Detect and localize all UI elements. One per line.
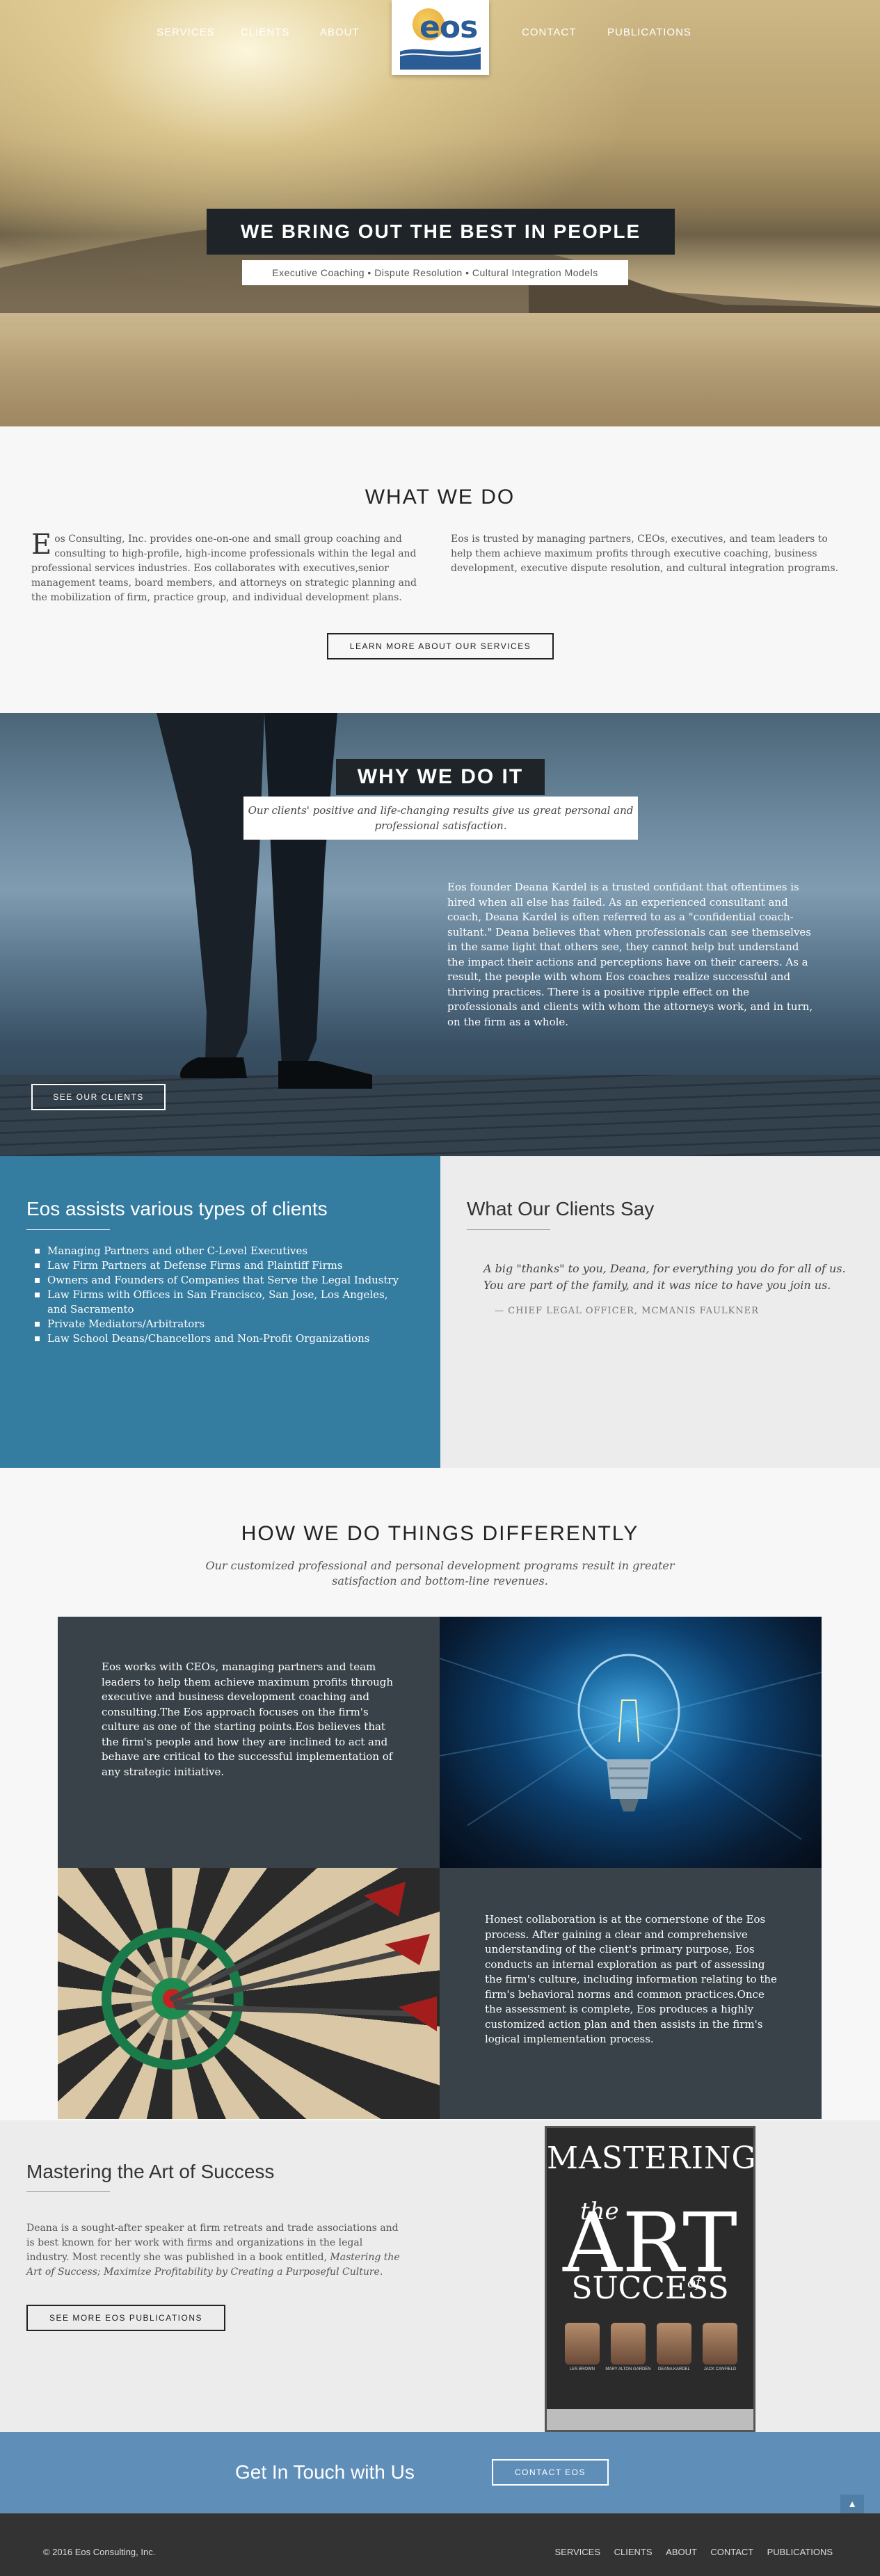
author-photo [611, 2323, 646, 2365]
footer-nav: SERVICES CLIENTS ABOUT CONTACT PUBLICATI… [543, 2547, 833, 2557]
footer-contact-link[interactable]: CONTACT [710, 2547, 753, 2557]
nav-clients-link[interactable]: CLIENTS [241, 26, 289, 38]
author-photo [657, 2323, 691, 2365]
hero-section: SERVICES CLIENTS ABOUT CONTACT PUBLICATI… [0, 0, 880, 426]
testimonial-title: What Our Clients Say [467, 1198, 655, 1219]
mastering-text: Deana is a sought-after speaker at firm … [26, 2221, 406, 2280]
see-more-publications-button[interactable]: SEE MORE EOS PUBLICATIONS [26, 2305, 225, 2331]
mastering-title: Mastering the Art of Success [26, 2161, 275, 2182]
book-cover-footer [547, 2409, 753, 2430]
list-item: Law Firm Partners at Defense Firms and P… [35, 1258, 410, 1273]
back-to-top-button[interactable]: ▲ [840, 2495, 864, 2513]
copyright-text: © 2016 Eos Consulting, Inc. [43, 2547, 156, 2557]
nav-contact-link[interactable]: CONTACT [522, 26, 576, 38]
divider [26, 2191, 110, 2192]
why-we-do-it-section: WHY WE DO IT Our clients' positive and l… [0, 713, 880, 1156]
lightbulb-icon [440, 1654, 822, 1840]
what-we-do-detail: Eos is trusted by managing partners, CEO… [451, 534, 839, 574]
list-item: Managing Partners and other C-Level Exec… [35, 1244, 410, 1258]
divider [26, 1229, 110, 1230]
arrow-up-icon: ▲ [847, 2498, 857, 2509]
contact-eos-button[interactable]: CONTACT EOS [492, 2459, 609, 2486]
eos-logo[interactable]: eos [392, 0, 489, 75]
hero-beach-image [0, 327, 880, 426]
footer-clients-link[interactable]: CLIENTS [614, 2547, 653, 2557]
process-text: Honest collaboration is at the cornersto… [485, 1913, 777, 2045]
footer-about-link[interactable]: ABOUT [666, 2547, 697, 2557]
footer: © 2016 Eos Consulting, Inc. SERVICES CLI… [0, 2513, 880, 2576]
list-item: Private Mediators/Arbitrators [35, 1317, 410, 1331]
hero-subline: Executive Coaching • Dispute Resolution … [242, 260, 628, 285]
book-cover-line: the [580, 2198, 619, 2225]
logo-wordmark: eos [419, 10, 478, 45]
nav-about-link[interactable]: ABOUT [320, 26, 360, 38]
testimonial-panel: What Our Clients Say A big "thanks" to y… [440, 1156, 880, 1468]
process-tile: Honest collaboration is at the cornersto… [440, 1868, 822, 2119]
book-cover-line: of [687, 2274, 701, 2291]
author-photo [703, 2323, 737, 2365]
testimonial-quote: A big "thanks" to you, Deana, for everyt… [483, 1262, 846, 1292]
why-we-do-it-title: WHY WE DO IT [336, 759, 545, 795]
mastering-section: Mastering the Art of Success Deana is a … [0, 2120, 880, 2432]
how-we-do-subtitle: Our customized professional and personal… [205, 1559, 675, 1587]
author-name: JACK CANFIELD [703, 2367, 737, 2371]
book-cover-image[interactable]: MASTERING ART the SUCCESS of LES BROWN M… [545, 2126, 755, 2432]
footer-publications-link[interactable]: PUBLICATIONS [767, 2547, 833, 2557]
list-item: Law School Deans/Chancellors and Non-Pro… [35, 1331, 410, 1346]
why-we-do-it-body: Eos founder Deana Kardel is a trusted co… [447, 881, 813, 1028]
see-our-clients-button[interactable]: SEE OUR CLIENTS [31, 1084, 166, 1110]
author-name: LES BROWN [569, 2367, 595, 2371]
approach-tile: Eos works with CEOs, managing partners a… [58, 1617, 440, 1868]
how-we-do-title: HOW WE DO THINGS DIFFERENTLY [241, 1522, 639, 1545]
author-name: DEANA KARDEL [657, 2367, 691, 2371]
hero-headline: WE BRING OUT THE BEST IN PEOPLE [207, 209, 675, 255]
how-we-do-section: HOW WE DO THINGS DIFFERENTLY Our customi… [0, 1468, 880, 2120]
what-we-do-intro-text: os Consulting, Inc. provides one-on-one … [31, 534, 417, 603]
approach-text: Eos works with CEOs, managing partners a… [102, 1661, 394, 1778]
client-types-title: Eos assists various types of clients [26, 1198, 328, 1219]
footer-services-link[interactable]: SERVICES [554, 2547, 600, 2557]
author-photo [565, 2323, 600, 2365]
what-we-do-section: WHAT WE DO Eos Consulting, Inc. provides… [0, 426, 880, 713]
what-we-do-intro: Eos Consulting, Inc. provides one-on-one… [31, 529, 431, 605]
nav-services-link[interactable]: SERVICES [157, 26, 215, 38]
dartboard-icon [102, 1882, 437, 2070]
divider [467, 1229, 550, 1230]
list-item: Law Firms with Offices in San Francisco,… [35, 1288, 410, 1317]
client-types-panel: Eos assists various types of clients Man… [0, 1156, 440, 1468]
book-cover-line: SUCCESS [571, 2271, 729, 2306]
what-we-do-title: WHAT WE DO [365, 486, 515, 509]
book-cover-line: MASTERING [547, 2141, 755, 2176]
book-authors: LES BROWN MARY ALTON GARDEN DEANA KARDEL… [559, 2323, 742, 2392]
dartboard-image [58, 1868, 440, 2119]
client-types-list: Managing Partners and other C-Level Exec… [35, 1244, 410, 1346]
testimonial-attribution: — CHIEF LEGAL OFFICER, MCMANIS FAULKNER [495, 1306, 759, 1316]
logo-wave-icon [400, 47, 481, 70]
why-we-do-it-subtitle: Our clients' positive and life-changing … [243, 797, 638, 840]
contact-title: Get In Touch with Us [235, 2461, 415, 2483]
list-item: Owners and Founders of Companies that Se… [35, 1273, 410, 1288]
nav-publications-link[interactable]: PUBLICATIONS [607, 26, 691, 38]
lightbulb-image [440, 1617, 822, 1868]
learn-more-services-button[interactable]: LEARN MORE ABOUT OUR SERVICES [327, 633, 554, 659]
author-name: MARY ALTON GARDEN [605, 2367, 651, 2371]
drop-cap: E [31, 529, 52, 561]
contact-band: Get In Touch with Us CONTACT EOS ▲ [0, 2432, 880, 2513]
clients-section: Eos assists various types of clients Man… [0, 1156, 880, 1468]
